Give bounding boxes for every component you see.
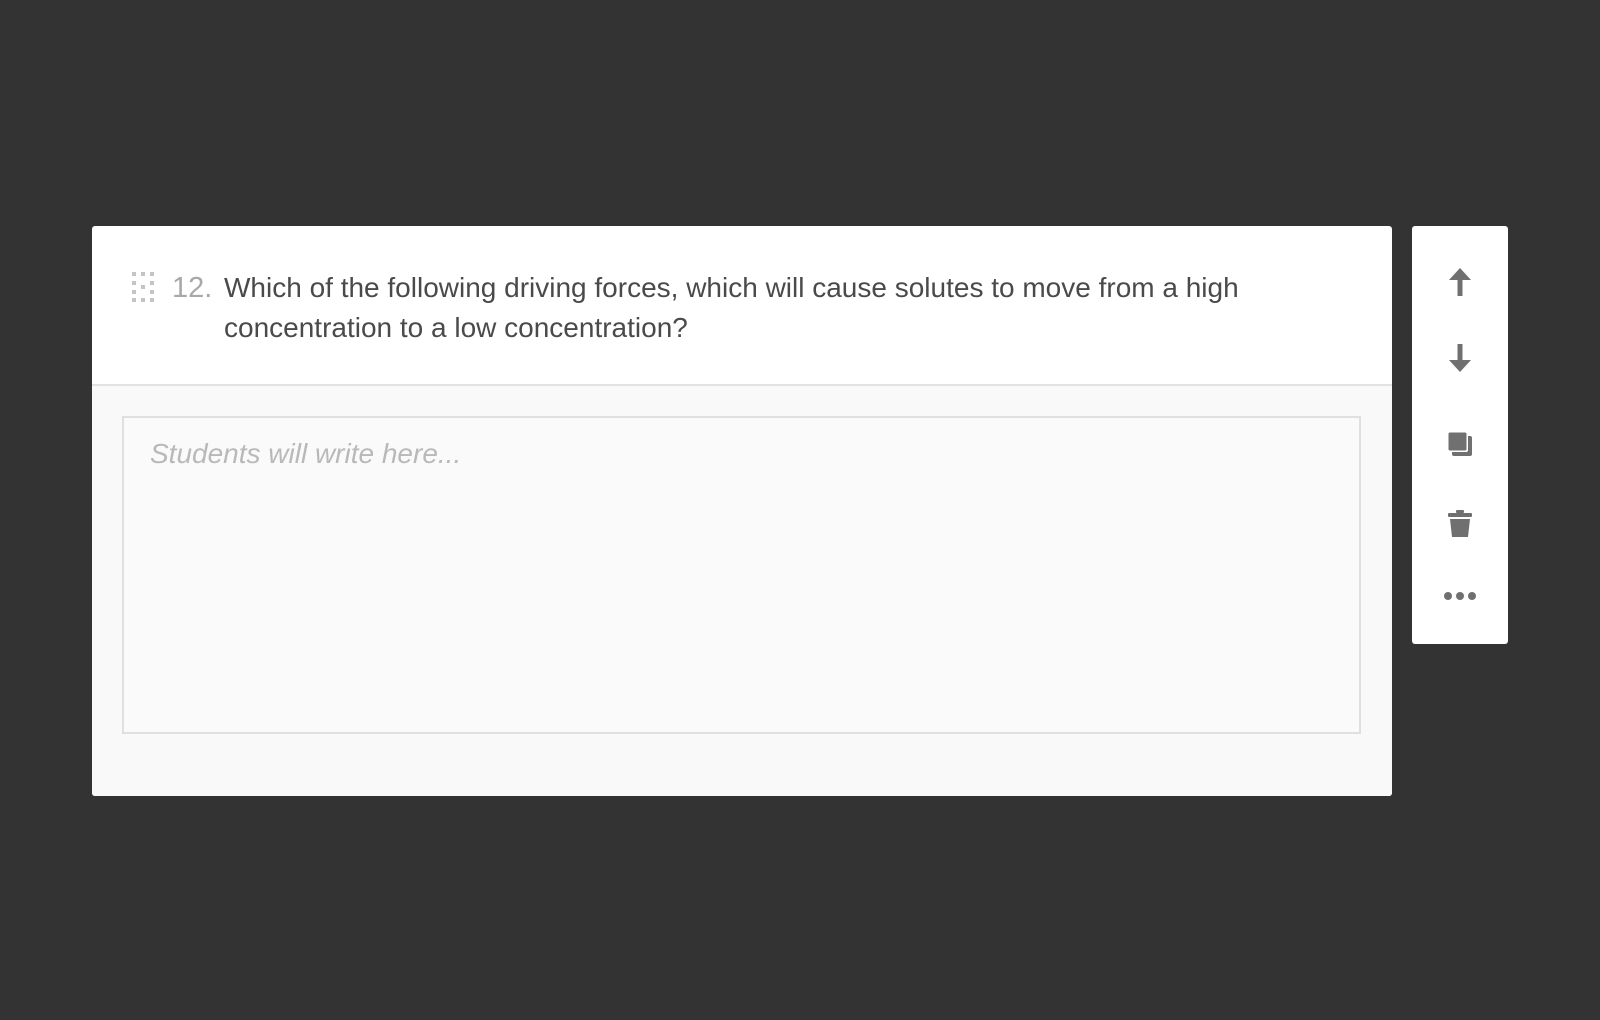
duplicate-button[interactable] — [1436, 420, 1484, 468]
question-toolbar — [1412, 226, 1508, 644]
move-down-button[interactable] — [1436, 334, 1484, 382]
more-options-button[interactable] — [1436, 572, 1484, 620]
answer-input[interactable]: Students will write here... — [122, 416, 1361, 734]
move-up-button[interactable] — [1436, 258, 1484, 306]
drag-handle-icon[interactable] — [132, 272, 154, 302]
duplicate-icon — [1447, 431, 1472, 456]
question-header: 12. Which of the following driving force… — [92, 226, 1392, 386]
delete-button[interactable] — [1436, 500, 1484, 548]
more-options-icon — [1444, 592, 1476, 600]
trash-icon — [1448, 510, 1472, 537]
question-card: 12. Which of the following driving force… — [92, 226, 1392, 796]
question-text[interactable]: Which of the following driving forces, w… — [224, 268, 1344, 348]
question-number: 12. — [172, 272, 213, 304]
arrow-down-icon — [1449, 344, 1471, 372]
answer-placeholder: Students will write here... — [150, 438, 462, 469]
answer-area: Students will write here... — [92, 386, 1392, 796]
arrow-up-icon — [1449, 268, 1471, 296]
